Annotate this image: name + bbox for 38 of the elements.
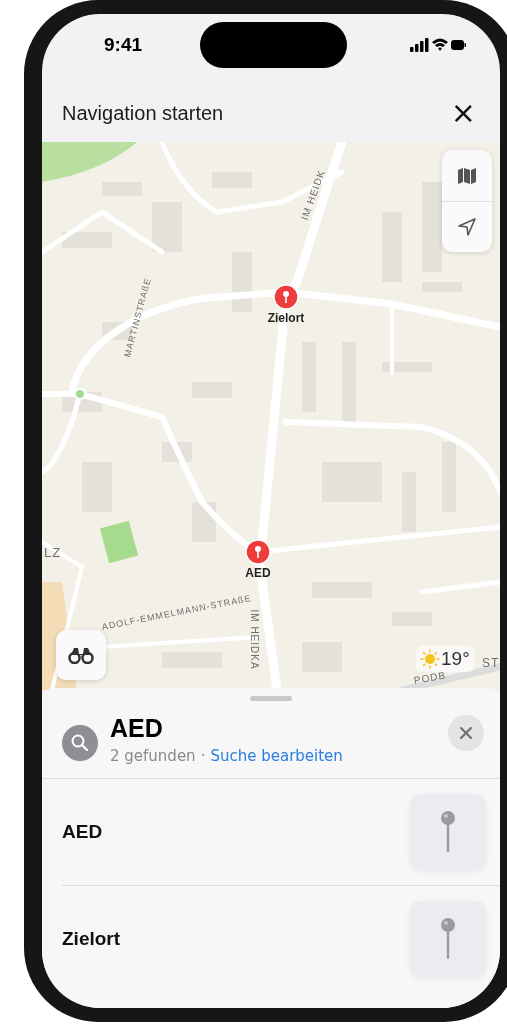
result-name: AED [62,821,103,843]
sheet-handle[interactable] [250,696,292,701]
building [62,232,112,248]
building [152,202,182,252]
map-pin-icon[interactable] [273,284,299,310]
street-label: LZ [44,545,62,560]
pin-icon [440,917,456,961]
building [382,362,432,372]
street-label: IM HEIDKA [248,609,260,670]
close-icon [459,726,473,740]
street-label: PODB [413,669,447,686]
close-button[interactable]: × [446,98,480,128]
result-name: Zielort [62,928,121,950]
binoculars-icon [68,646,94,664]
weather-badge: 19° [416,646,474,672]
status-time: 9:41 [104,34,143,56]
result-row[interactable]: AED [62,779,500,886]
location-arrow-icon [457,217,477,237]
pin-label: Zielort [266,311,306,325]
search-icon [62,725,98,761]
close-results-button[interactable] [448,715,484,751]
building [402,472,416,532]
look-around-button[interactable] [56,630,106,680]
edit-search-link[interactable]: Suche bearbeiten [210,746,343,765]
street-label: ST [482,656,500,670]
screen-title: Navigation starten [62,101,224,125]
separator-dot: · [200,746,206,765]
result-count: 2 gefunden [110,746,196,765]
building [442,442,456,512]
status-icons [410,37,466,53]
pin-label: AED [244,566,272,580]
result-row[interactable]: Zielort [62,886,500,992]
map-pin-icon[interactable] [245,539,271,565]
sun-icon [420,649,440,669]
pin-icon [440,810,456,854]
roundabout [74,388,86,400]
map-icon [457,166,477,185]
search-query: AED [110,715,164,743]
